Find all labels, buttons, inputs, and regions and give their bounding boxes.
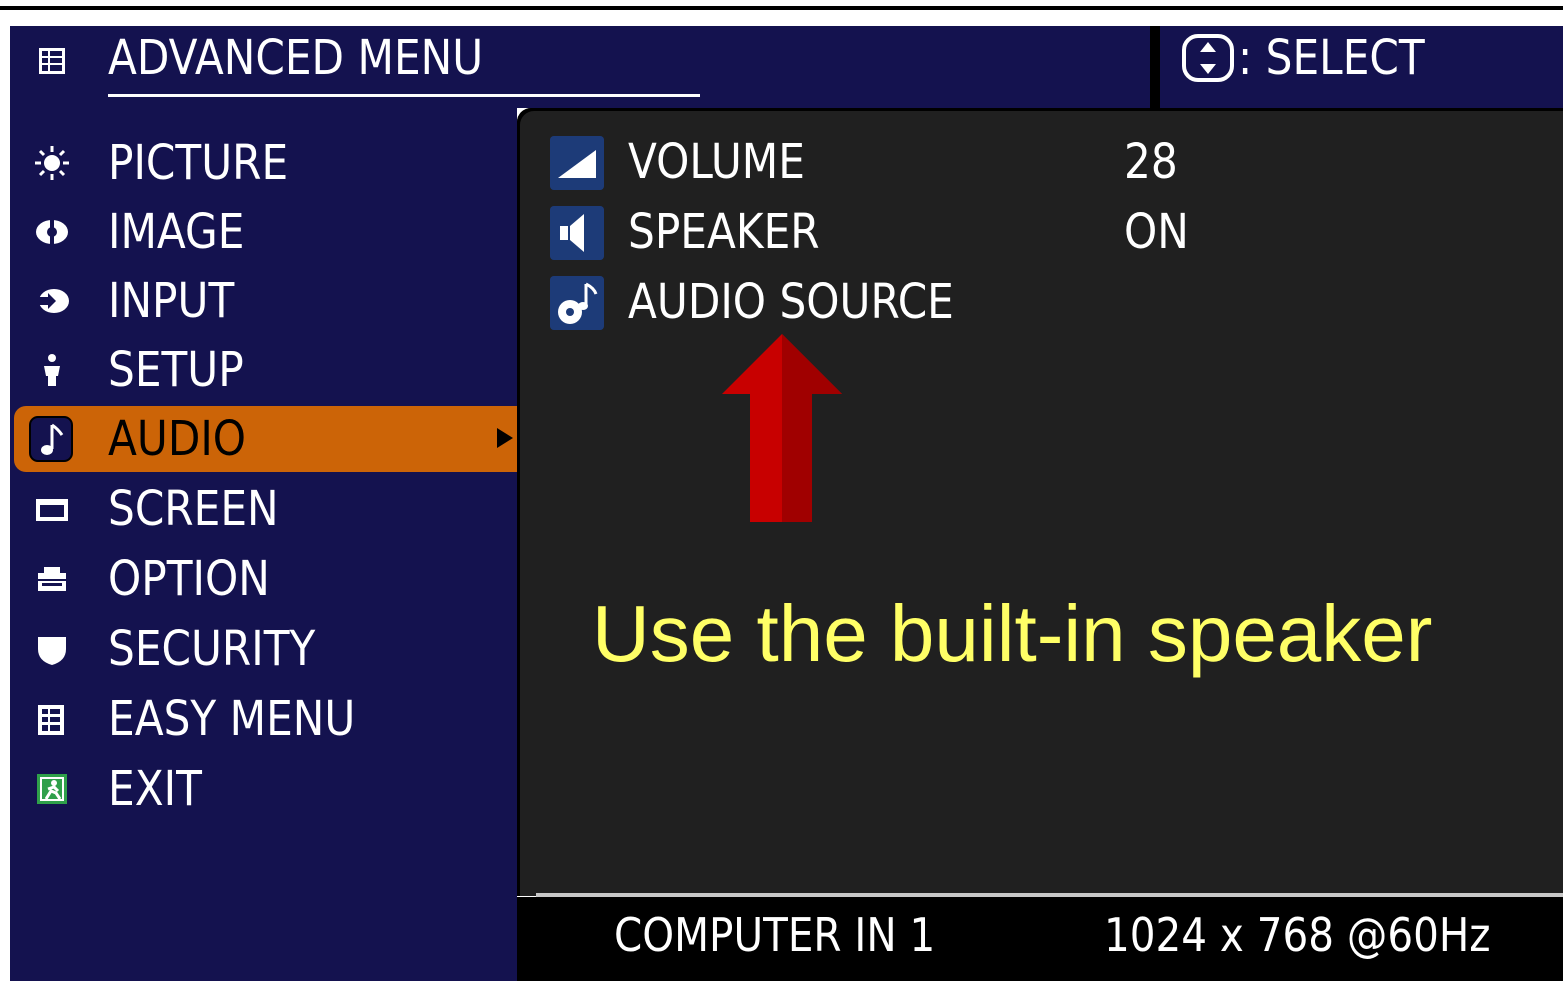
sidebar-item-label: SETUP xyxy=(108,342,244,398)
option-icon xyxy=(38,567,66,591)
sidebar-item-label: EASY MENU xyxy=(108,691,356,747)
sidebar-item-picture[interactable]: PICTURE xyxy=(14,130,517,196)
sidebar-item-exit[interactable]: EXIT xyxy=(14,756,517,822)
shield-icon xyxy=(38,637,66,665)
audio-source-label: AUDIO SOURCE xyxy=(628,274,954,330)
volume-value: 28 xyxy=(1124,134,1178,190)
exit-icon xyxy=(37,774,67,804)
audio-source-row[interactable]: AUDIO SOURCE xyxy=(550,270,1563,334)
top-rule xyxy=(0,6,1563,10)
setup-icon xyxy=(44,354,60,386)
sidebar-item-label: EXIT xyxy=(108,761,202,817)
sidebar-item-label: IMAGE xyxy=(108,204,245,260)
sidebar-item-label: AUDIO xyxy=(108,411,247,467)
speaker-row[interactable]: SPEAKER ON xyxy=(550,200,1563,264)
red-arrow-annotation-icon xyxy=(722,334,842,522)
sidebar-item-setup[interactable]: SETUP xyxy=(14,337,517,403)
speaker-value: ON xyxy=(1124,204,1189,260)
input-icon xyxy=(36,289,69,313)
screen-icon xyxy=(36,499,68,521)
music-note-icon xyxy=(29,416,73,462)
sidebar-item-security[interactable]: SECURITY xyxy=(14,616,517,682)
volume-icon xyxy=(550,136,604,190)
volume-row[interactable]: VOLUME 28 xyxy=(550,130,1563,194)
sidebar-item-label: SECURITY xyxy=(108,621,316,677)
select-hint: : SELECT xyxy=(1238,30,1425,86)
sidebar-item-option[interactable]: OPTION xyxy=(14,546,517,612)
sidebar-item-audio[interactable]: AUDIO xyxy=(14,406,517,472)
speaker-label: SPEAKER xyxy=(628,204,820,260)
sidebar-item-easy-menu[interactable]: EASY MENU xyxy=(14,686,517,752)
menu-grid-icon xyxy=(39,48,65,74)
sidebar-item-image[interactable]: IMAGE xyxy=(14,199,517,265)
speaker-icon xyxy=(550,206,604,260)
audio-source-icon xyxy=(550,276,604,330)
submenu-arrow-icon xyxy=(497,428,513,448)
sidebar-item-label: SCREEN xyxy=(108,481,279,537)
title-underline xyxy=(108,94,700,97)
volume-label: VOLUME xyxy=(628,134,805,190)
sidebar-item-screen[interactable]: SCREEN xyxy=(14,476,517,542)
sidebar-item-label: INPUT xyxy=(108,273,235,329)
dpad-icon xyxy=(1182,34,1234,82)
sidebar-item-label: OPTION xyxy=(108,551,270,607)
page-title: ADVANCED MENU xyxy=(108,30,484,86)
resolution-status: 1024 x 768 @60Hz xyxy=(1104,908,1491,962)
image-adjust-icon xyxy=(36,220,68,244)
sidebar-item-input[interactable]: INPUT xyxy=(14,268,517,334)
annotation-caption: Use the built-in speaker xyxy=(592,589,1433,678)
header-divider xyxy=(1150,26,1160,108)
sidebar-item-label: PICTURE xyxy=(108,135,289,191)
input-source-status: COMPUTER IN 1 xyxy=(614,908,936,962)
projector-osd: ADVANCED MENU : SELECT PICTURE IMAGE INP… xyxy=(0,0,1563,981)
easy-menu-icon xyxy=(38,705,64,735)
brightness-icon xyxy=(35,146,69,180)
